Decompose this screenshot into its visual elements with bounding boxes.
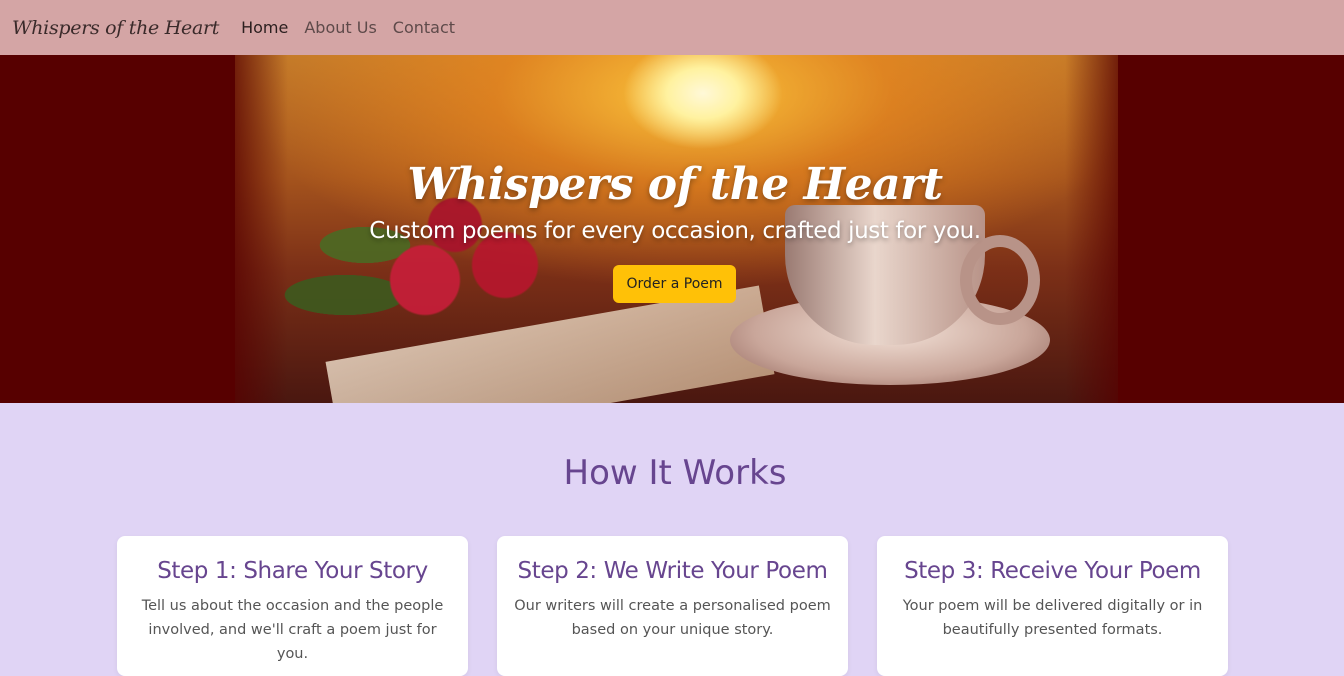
step-title-3: Step 3: Receive Your Poem [904, 558, 1201, 584]
nav-link-contact[interactable]: Contact [393, 18, 455, 37]
nav-link-home[interactable]: Home [241, 18, 288, 37]
step-text-2: Our writers will create a personalised p… [514, 598, 831, 638]
nav-links: Home About Us Contact [241, 18, 455, 37]
step-card-2: Step 2: We Write Your Poem Our writers w… [497, 536, 848, 676]
top-navbar: Whispers of the Heart Home About Us Cont… [0, 0, 1344, 55]
hero-subtitle: Custom poems for every occasion, crafted… [369, 218, 981, 244]
hero-content: Whispers of the Heart Custom poems for e… [0, 55, 1344, 403]
steps-row: Step 1: Share Your Story Tell us about t… [117, 536, 1228, 676]
how-it-works-title: How It Works [563, 453, 787, 493]
hero-section: Whispers of the Heart Custom poems for e… [0, 55, 1344, 403]
nav-link-about-us[interactable]: About Us [304, 18, 376, 37]
step-card-3: Step 3: Receive Your Poem Your poem will… [877, 536, 1228, 676]
step-text-1: Tell us about the occasion and the peopl… [141, 598, 444, 662]
step-card-1: Step 1: Share Your Story Tell us about t… [117, 536, 468, 676]
hero-title: Whispers of the Heart [407, 159, 943, 210]
step-text-3: Your poem will be delivered digitally or… [902, 598, 1203, 638]
step-title-1: Step 1: Share Your Story [157, 558, 428, 584]
brand-logo[interactable]: Whispers of the Heart [12, 17, 219, 39]
step-title-2: Step 2: We Write Your Poem [517, 558, 828, 584]
order-poem-button[interactable]: Order a Poem [613, 265, 736, 303]
